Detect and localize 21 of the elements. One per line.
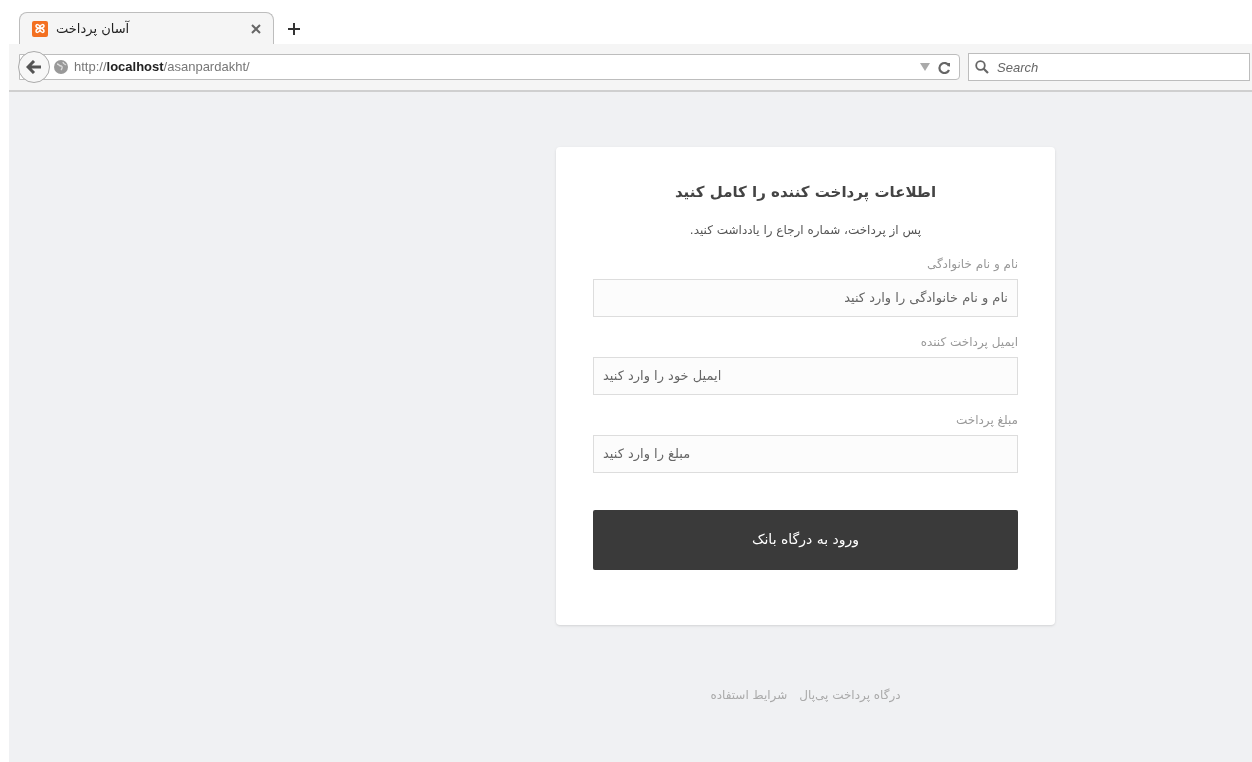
form-subtitle: پس از پرداخت، شماره ارجاع را یادداشت کنید.: [688, 221, 923, 239]
field-label: مبلغ پرداخت: [954, 411, 1018, 429]
field-label: ایمیل پرداخت کننده: [919, 333, 1018, 351]
back-arrow-icon: [26, 60, 42, 74]
url-text[interactable]: http://localhost/asanpardakht/: [74, 57, 250, 77]
new-tab-icon[interactable]: [288, 23, 300, 35]
globe-icon: [54, 60, 68, 74]
input-field[interactable]: ایمیل خود را وارد کنید: [593, 356, 1018, 395]
close-icon[interactable]: [251, 23, 261, 34]
app-logo-icon: [32, 20, 48, 37]
search-icon: [975, 60, 989, 74]
tab-title: آسان پرداخت: [56, 19, 130, 38]
input-field[interactable]: نام و نام خانوادگی را وارد کنید: [593, 278, 1018, 317]
browser-tab[interactable]: آسان پرداخت: [19, 12, 274, 44]
input-field[interactable]: مبلغ را وارد کنید: [593, 434, 1018, 473]
form-title: اطلاعات پرداخت کننده را کامل کنید: [673, 182, 938, 204]
back-button[interactable]: [18, 51, 50, 83]
field-label: نام و نام خانوادگی: [925, 255, 1018, 273]
reload-icon[interactable]: [938, 60, 951, 74]
search-field[interactable]: Search: [968, 53, 1250, 81]
submit-button[interactable]: ورود به درگاه بانک: [593, 509, 1018, 570]
